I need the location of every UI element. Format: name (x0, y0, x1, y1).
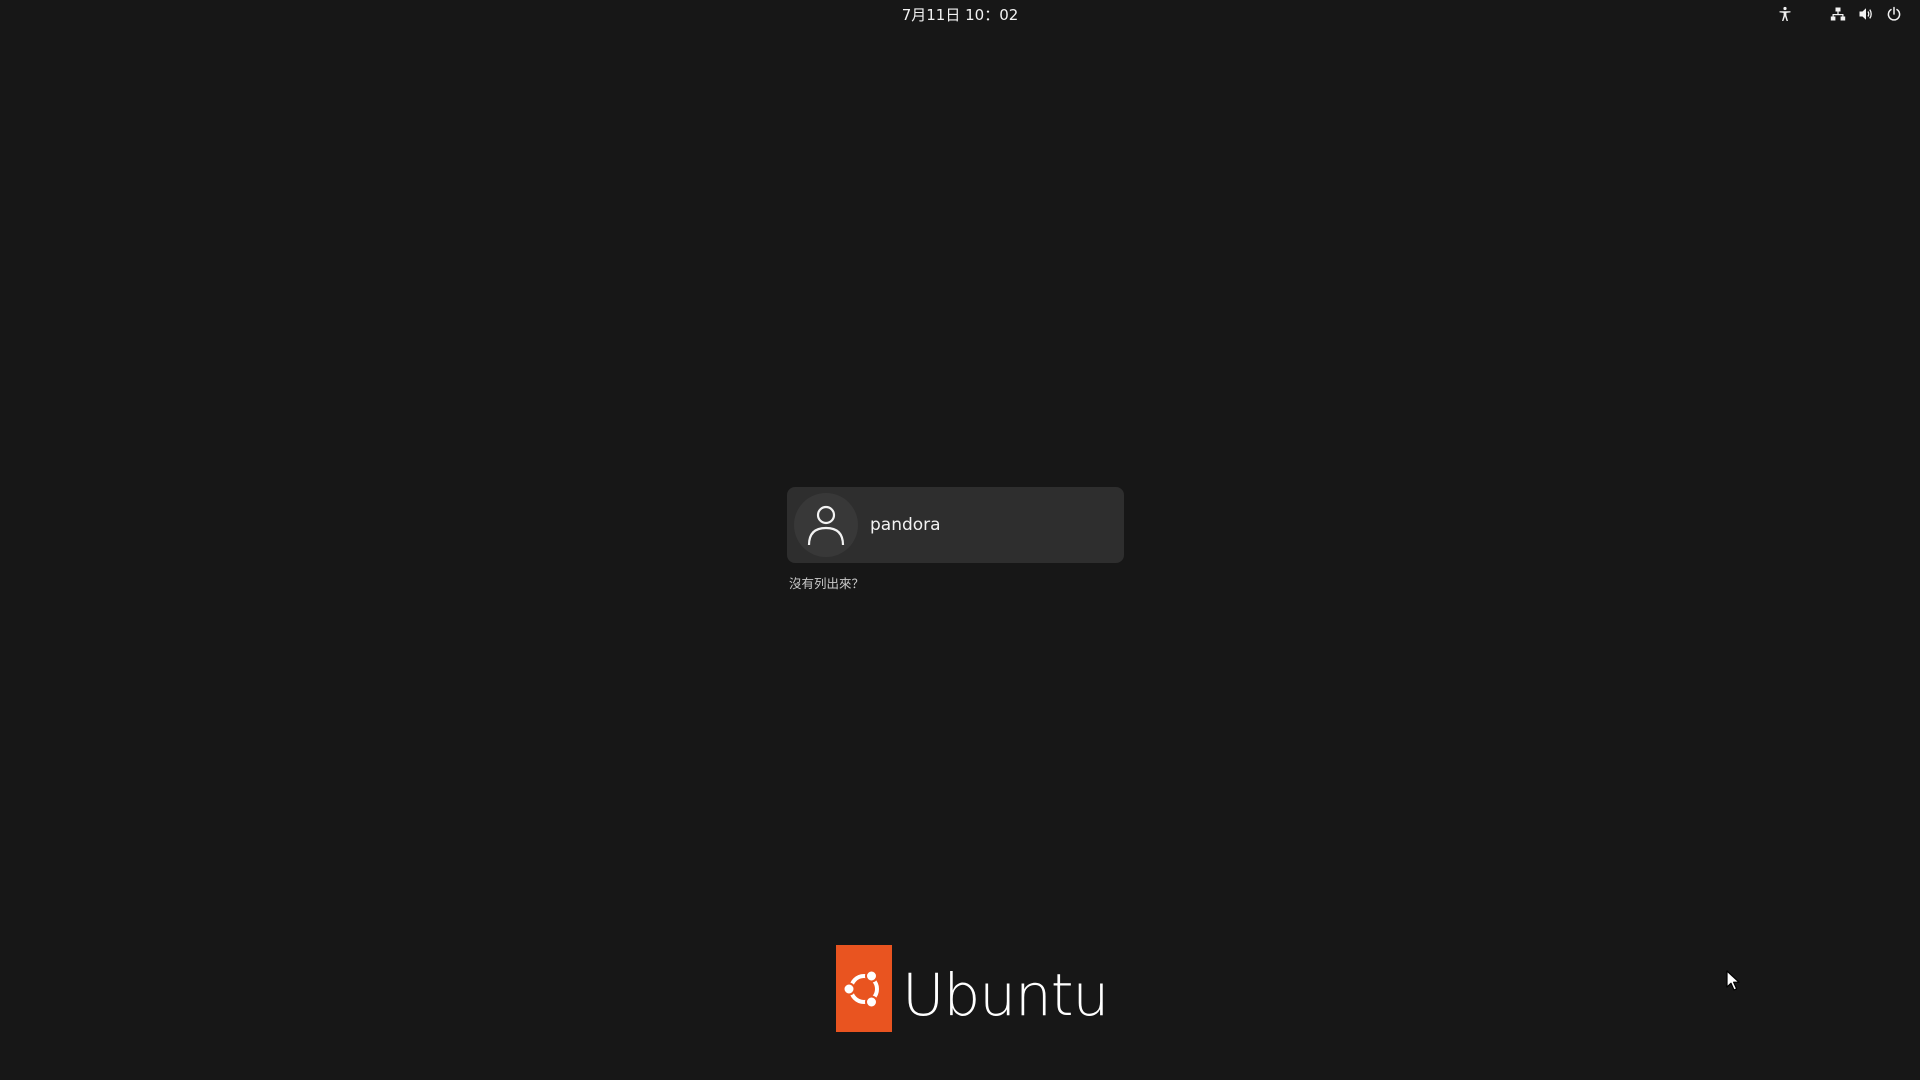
power-icon[interactable] (1883, 3, 1905, 25)
ubuntu-circle-of-friends-icon (836, 945, 892, 1032)
user-list-item[interactable]: pandora (787, 487, 1124, 563)
user-avatar (794, 493, 858, 557)
user-icon (807, 505, 845, 546)
user-name: pandora (870, 515, 941, 535)
clock[interactable]: 7月11日 10：02 (880, 0, 1040, 30)
ubuntu-wordmark: Ubuntu (902, 961, 1109, 1029)
ubuntu-logo: Ubuntu (836, 945, 1109, 1032)
accessibility-icon[interactable] (1774, 3, 1796, 25)
volume-icon[interactable] (1855, 3, 1877, 25)
top-bar: 7月11日 10：02 (0, 0, 1920, 30)
login-screen: 7月11日 10：02 pandora 沒有列出來？ Ubuntu (0, 0, 1920, 1080)
not-listed-link[interactable]: 沒有列出來？ (789, 573, 864, 592)
network-wired-icon[interactable] (1827, 3, 1849, 25)
mouse-pointer-icon (1726, 970, 1740, 991)
